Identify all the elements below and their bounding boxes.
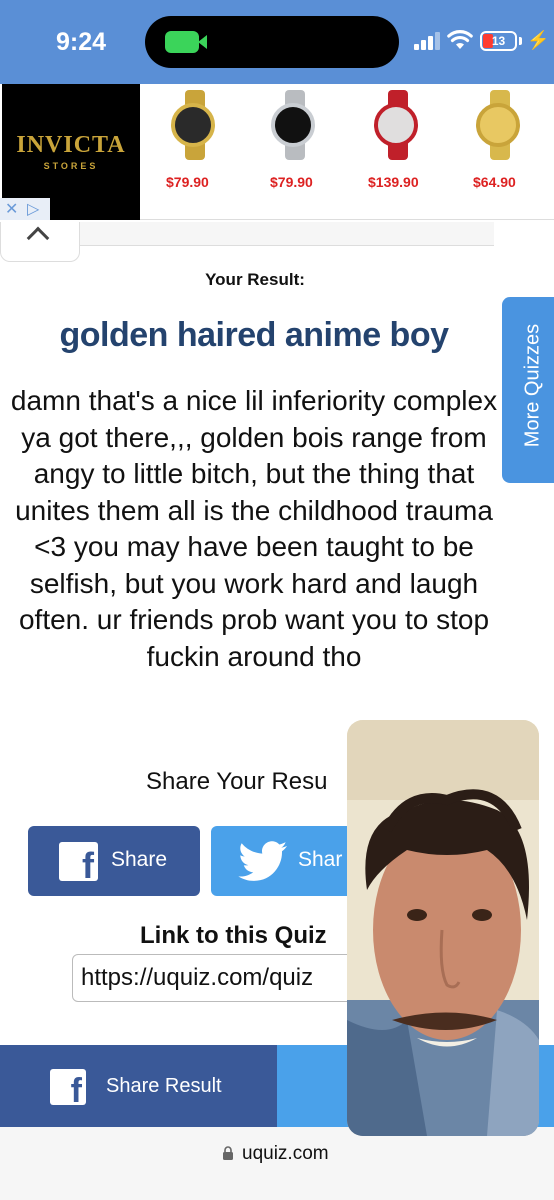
video-icon xyxy=(165,31,207,53)
share-heading: Share Your Resu xyxy=(146,768,328,795)
bolt-icon: ⚡ xyxy=(527,30,550,50)
share-result-facebook-button[interactable]: f Share Result xyxy=(0,1045,277,1127)
more-quizzes-label: More Quizzes xyxy=(521,323,544,448)
status-bar: 9:24 13 ⚡ xyxy=(0,0,554,84)
more-quizzes-tab[interactable]: More Quizzes xyxy=(502,297,554,483)
ad-product-watch[interactable] xyxy=(265,90,325,160)
twitter-share-label: Shar xyxy=(298,848,343,871)
ad-close-icon: ✕ xyxy=(5,201,19,218)
ad-price[interactable]: $79.90 xyxy=(270,174,313,190)
result-label: Your Result: xyxy=(205,270,305,289)
facebook-icon: f xyxy=(59,842,98,881)
result-description: damn that's a nice lil inferiority compl… xyxy=(10,385,498,672)
ad-info-icon: ▷ xyxy=(27,201,40,218)
wifi-icon xyxy=(447,30,473,49)
twitter-icon xyxy=(238,841,287,881)
facetime-video-window[interactable] xyxy=(347,720,539,1136)
facebook-share-button[interactable]: f Share xyxy=(28,826,200,896)
ad-product-watch[interactable] xyxy=(165,90,225,160)
share-result-label: Share Result xyxy=(106,1075,222,1097)
ad-close-button[interactable]: ✕ ▷ xyxy=(0,198,50,220)
twitter-share-button[interactable]: Shar xyxy=(211,826,361,896)
ad-banner[interactable]: INVICTA STORES ✕ ▷ $79.90 $79.90 $139.90… xyxy=(0,84,554,220)
ad-price[interactable]: $139.90 xyxy=(368,174,419,190)
battery-level: 13 xyxy=(491,34,506,48)
facebook-icon: f xyxy=(50,1069,86,1105)
url-text: uquiz.com xyxy=(242,1143,329,1164)
battery-cap xyxy=(519,37,522,45)
quiz-link-field[interactable] xyxy=(72,954,372,1002)
status-time: 9:24 xyxy=(56,28,107,56)
facebook-share-label: Share xyxy=(111,848,168,871)
result-title: golden haired anime boy xyxy=(59,316,449,354)
ad-price[interactable]: $64.90 xyxy=(473,174,516,190)
chevron-up-icon xyxy=(26,226,50,250)
battery-icon: 13 xyxy=(480,31,517,51)
collapse-ad-button[interactable] xyxy=(0,222,80,262)
lock-icon xyxy=(223,1146,233,1160)
ad-brand: INVICTA xyxy=(16,132,126,158)
link-heading: Link to this Quiz xyxy=(140,922,327,949)
ad-product-watch[interactable] xyxy=(368,90,428,160)
ad-price[interactable]: $79.90 xyxy=(166,174,209,190)
signal-icon xyxy=(414,32,440,50)
ad-product-watch[interactable] xyxy=(470,90,530,160)
ad-brand-sub: STORES xyxy=(43,161,99,171)
dynamic-island[interactable] xyxy=(145,16,399,68)
ad-strip xyxy=(80,222,494,246)
video-frame xyxy=(347,720,539,1136)
